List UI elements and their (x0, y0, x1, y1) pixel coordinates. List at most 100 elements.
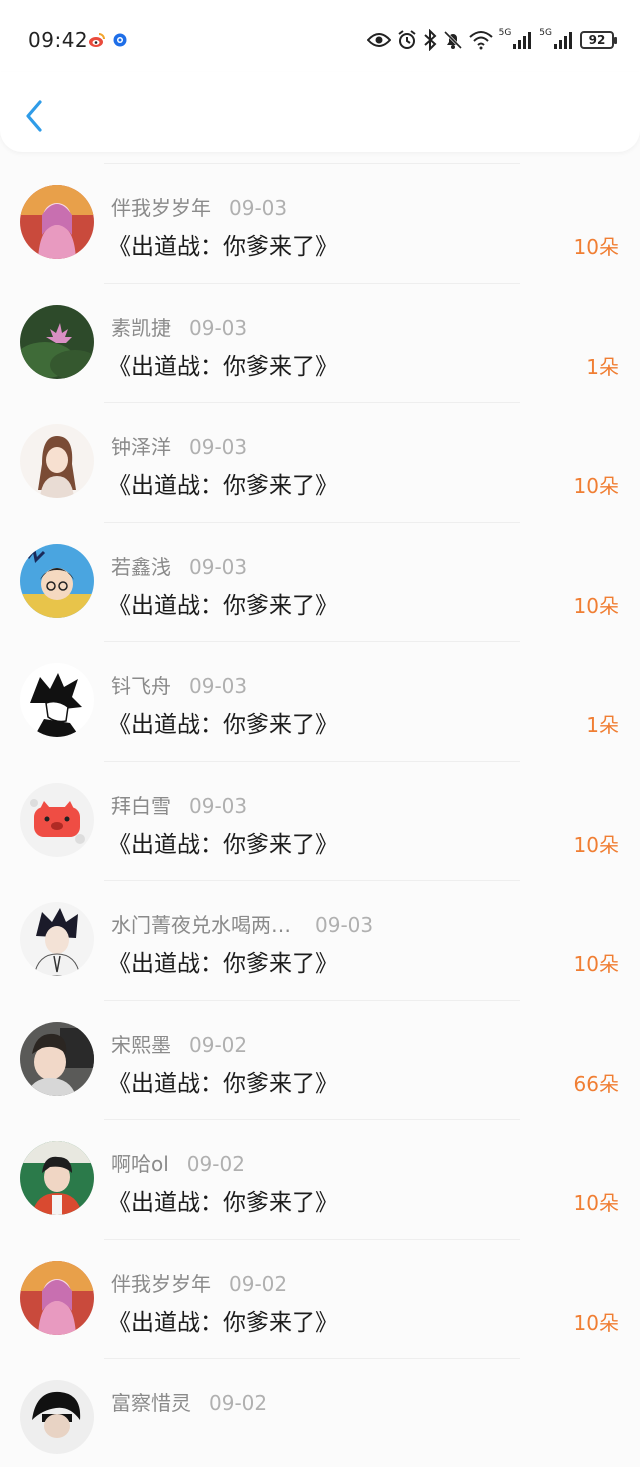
list-item[interactable]: 钭飞舟 09-03 《出道战：你爹来了》 1朵 (0, 630, 640, 750)
date-text: 09-02 (229, 1271, 288, 1296)
status-icons: 5G 5G 92 (366, 28, 617, 52)
avatar[interactable] (20, 663, 94, 737)
list-item[interactable]: 富察惜灵 09-02 (0, 1347, 640, 1467)
name-text: 伴我岁岁年 (111, 1271, 211, 1296)
mute-bell-icon (443, 30, 462, 50)
book-title: 《出道战：你爹来了》 (108, 1190, 338, 1216)
list-item[interactable]: 水门菁夜兑水喝两… 09-03 《出道战：你爹来了》 10朵 (0, 869, 640, 989)
status-time: 09:42 (28, 28, 89, 52)
avatar[interactable] (20, 185, 94, 259)
divider (104, 1238, 520, 1240)
network-type-1: 5G (498, 28, 512, 38)
divider (104, 402, 520, 403)
avatar[interactable] (20, 1380, 94, 1454)
book-title: 《出道战：你爹来了》 (108, 1070, 338, 1097)
divider (104, 641, 520, 642)
date-text: 09-03 (189, 674, 248, 698)
weibo-icon (89, 33, 105, 47)
book-title: 《出道战：你爹来了》 (108, 951, 338, 977)
name-text: 啊哈ol (111, 1152, 169, 1176)
date-text: 09-03 (189, 315, 248, 340)
name-text: 富察惜灵 (111, 1391, 191, 1415)
avatar[interactable] (20, 304, 94, 379)
list-item[interactable]: 素凯捷 09-03 《出道战：你爹来了》 1朵 (0, 272, 640, 392)
avatar[interactable] (20, 543, 94, 618)
flower-count: 10朵 (573, 474, 619, 498)
name-text: 宋熙墨 (111, 1032, 171, 1057)
flower-count: 10朵 (573, 1310, 619, 1335)
date-text: 09-03 (229, 196, 288, 220)
book-title: 《出道战：你爹来了》 (108, 473, 338, 499)
date-text: 09-03 (189, 554, 248, 579)
user-name: 钭飞舟 09-03 (111, 670, 247, 699)
book-title: 《出道战：你爹来了》 (108, 831, 338, 858)
flower-count: 10朵 (573, 952, 619, 976)
user-name: 伴我岁岁年 09-02 (111, 1268, 287, 1297)
list-item[interactable]: 伴我岁岁年 09-03 《出道战：你爹来了》 10朵 (0, 152, 640, 272)
date-text: 09-02 (189, 1032, 248, 1057)
date-text: 09-02 (186, 1152, 245, 1176)
divider (104, 521, 520, 523)
list-item[interactable]: 拜白雪 09-03 《出道战：你爹来了》 10朵 (0, 750, 640, 870)
avatar[interactable] (20, 1260, 94, 1335)
list-item[interactable]: 伴我岁岁年 09-02 《出道战：你爹来了》 10朵 (0, 1228, 640, 1348)
avatar[interactable] (20, 1021, 94, 1096)
flower-count: 10朵 (573, 235, 619, 259)
name-text: 伴我岁岁年 (111, 196, 211, 220)
user-name: 若鑫浅 09-03 (111, 551, 247, 580)
name-text: 钟泽洋 (111, 435, 171, 459)
book-title: 《出道战：你爹来了》 (108, 712, 338, 738)
flower-count: 10朵 (573, 593, 619, 618)
list-item[interactable]: 宋熙墨 09-02 《出道战：你爹来了》 66朵 (0, 989, 640, 1109)
user-name: 啊哈ol 09-02 (111, 1148, 245, 1177)
name-text: 水门菁夜兑水喝两… (111, 913, 291, 937)
divider (104, 760, 520, 762)
signal-icon-1 (513, 32, 532, 49)
name-text: 钭飞舟 (111, 674, 171, 698)
book-title: 《出道战：你爹来了》 (108, 353, 338, 380)
user-name: 富察惜灵 09-02 (111, 1387, 267, 1416)
bluetooth-icon (423, 29, 437, 51)
user-name: 钟泽洋 09-03 (111, 431, 247, 460)
network-type-2: 5G (539, 28, 552, 38)
alarm-icon (397, 30, 416, 49)
divider (104, 163, 520, 164)
date-text: 09-03 (189, 435, 248, 459)
flower-count: 10朵 (573, 832, 619, 857)
avatar[interactable] (20, 1141, 94, 1215)
avatar[interactable] (20, 902, 94, 976)
signal-icon-2 (554, 32, 572, 49)
flower-count: 10朵 (573, 1191, 619, 1215)
list-item[interactable]: 啊哈ol 09-02 《出道战：你爹来了》 10朵 (0, 1108, 640, 1228)
divider (104, 282, 520, 284)
book-title: 《出道战：你爹来了》 (108, 592, 338, 619)
list-item[interactable]: 钟泽洋 09-03 《出道战：你爹来了》 10朵 (0, 391, 640, 511)
back-chevron-icon[interactable] (18, 98, 50, 134)
flower-record-list: 伴我岁岁年 09-03 《出道战：你爹来了》 10朵 素凯捷 09-03 《出道战：… (0, 152, 640, 1467)
user-name: 素凯捷 09-03 (111, 312, 247, 341)
navigation-bar (0, 72, 640, 152)
date-text: 09-03 (189, 793, 248, 818)
book-title: 《出道战：你爹来了》 (108, 234, 338, 260)
name-text: 若鑫浅 (111, 554, 171, 579)
wifi-icon (468, 31, 493, 50)
date-text: 09-02 (209, 1391, 268, 1415)
divider (104, 1119, 520, 1120)
notification-app-icon (113, 33, 127, 47)
user-name: 伴我岁岁年 09-03 (111, 192, 287, 221)
name-text: 拜白雪 (111, 793, 171, 818)
name-text: 素凯捷 (111, 315, 171, 340)
divider (104, 880, 520, 881)
eye-icon (366, 33, 391, 47)
list-item[interactable]: 若鑫浅 09-03 《出道战：你爹来了》 10朵 (0, 511, 640, 631)
battery-level: 92 (588, 33, 606, 47)
user-name: 拜白雪 09-03 (111, 790, 247, 819)
flower-count: 1朵 (586, 713, 619, 737)
date-text: 09-03 (315, 913, 374, 937)
avatar[interactable] (20, 782, 94, 857)
flower-count: 66朵 (573, 1071, 619, 1096)
status-bar: 09:42 5G 5G 92 (0, 0, 640, 80)
avatar[interactable] (20, 424, 94, 498)
book-title: 《出道战：你爹来了》 (108, 1309, 338, 1336)
flower-count: 1朵 (586, 354, 619, 379)
